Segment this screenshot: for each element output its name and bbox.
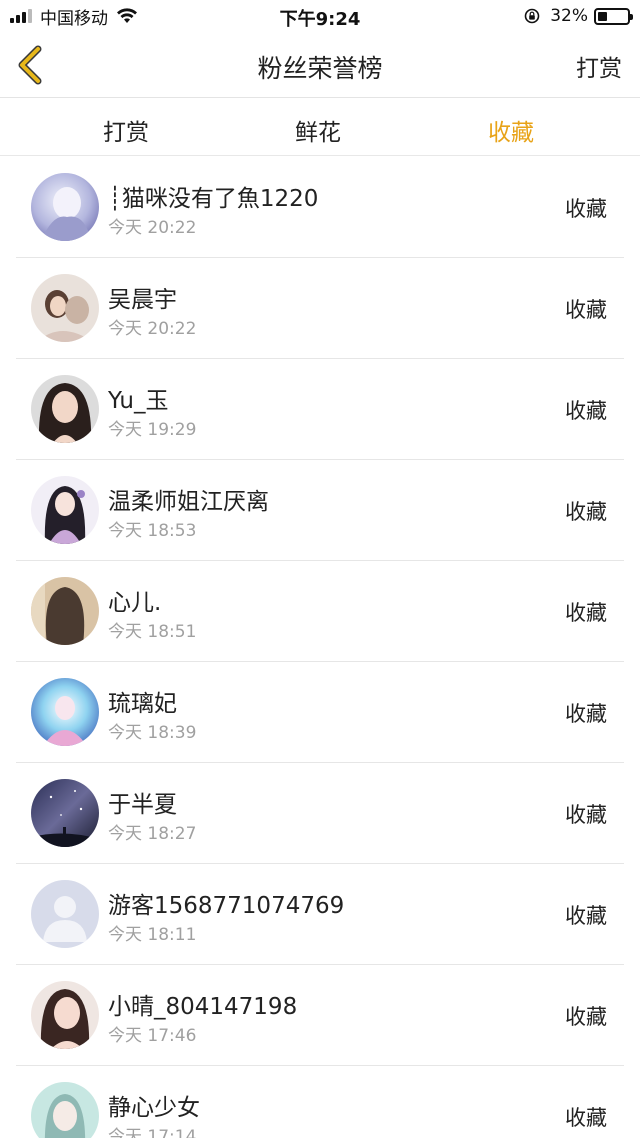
list-item[interactable]: ┊猫咪没有了魚1220 今天 20:22 收藏 <box>0 157 640 258</box>
tab-reward[interactable]: 打赏 <box>103 113 149 147</box>
timestamp: 今天 18:27 <box>108 824 197 844</box>
tab-favorites[interactable]: 收藏 <box>488 113 534 147</box>
action-label: 收藏 <box>565 1005 607 1029</box>
status-bar: 中国移动 下午9:24 32% <box>0 0 640 34</box>
battery-percentage: 32% <box>550 6 588 26</box>
page-title: 粉丝荣誉榜 <box>257 54 383 83</box>
timestamp: 今天 18:39 <box>108 723 197 743</box>
user-name: 温柔师姐江厌离 <box>108 489 269 515</box>
tab-bar: 打赏 鲜花 收藏 <box>0 99 640 156</box>
list-item[interactable]: 心儿. 今天 18:51 收藏 <box>0 561 640 662</box>
user-name: 吴晨宇 <box>108 287 177 313</box>
rotation-lock-icon <box>524 8 540 24</box>
user-name: Yu_玉 <box>108 388 169 414</box>
fan-list: ┊猫咪没有了魚1220 今天 20:22 收藏 吴晨宇 今天 20:22 收藏 <box>0 157 640 1138</box>
user-name: ┊猫咪没有了魚1220 <box>108 186 319 212</box>
list-item[interactable]: Yu_玉 今天 19:29 收藏 <box>0 359 640 460</box>
action-label: 收藏 <box>565 500 607 524</box>
user-name: 静心少女 <box>108 1095 200 1121</box>
timestamp: 今天 19:29 <box>108 420 197 440</box>
action-label: 收藏 <box>565 904 607 928</box>
timestamp: 今天 17:46 <box>108 1026 197 1046</box>
timestamp: 今天 17:14 <box>108 1127 197 1138</box>
user-name: 小晴_804147198 <box>108 994 298 1020</box>
action-label: 收藏 <box>565 298 607 322</box>
avatar[interactable] <box>31 678 99 746</box>
action-label: 收藏 <box>565 803 607 827</box>
avatar[interactable] <box>31 375 99 443</box>
list-item[interactable]: 琉璃妃 今天 18:39 收藏 <box>0 662 640 763</box>
user-name: 游客1568771074769 <box>108 893 345 919</box>
action-label: 收藏 <box>565 601 607 625</box>
list-item[interactable]: 温柔师姐江厌离 今天 18:53 收藏 <box>0 460 640 561</box>
timestamp: 今天 18:11 <box>108 925 197 945</box>
list-item[interactable]: 静心少女 今天 17:14 收藏 <box>0 1066 640 1138</box>
timestamp: 今天 18:53 <box>108 521 197 541</box>
timestamp: 今天 20:22 <box>108 218 197 238</box>
user-name: 心儿. <box>108 590 162 616</box>
list-item[interactable]: 游客1568771074769 今天 18:11 收藏 <box>0 864 640 965</box>
avatar[interactable] <box>31 274 99 342</box>
reward-button[interactable]: 打赏 <box>576 49 622 83</box>
timestamp: 今天 20:22 <box>108 319 197 339</box>
action-label: 收藏 <box>565 399 607 423</box>
list-item[interactable]: 于半夏 今天 18:27 收藏 <box>0 763 640 864</box>
avatar[interactable] <box>31 880 99 948</box>
avatar[interactable] <box>31 577 99 645</box>
action-label: 收藏 <box>565 702 607 726</box>
avatar[interactable] <box>31 981 99 1049</box>
nav-bar: 粉丝荣誉榜 打赏 <box>0 34 640 98</box>
timestamp: 今天 18:51 <box>108 622 197 642</box>
avatar[interactable] <box>31 476 99 544</box>
list-item[interactable]: 吴晨宇 今天 20:22 收藏 <box>0 258 640 359</box>
default-user-icon <box>31 880 99 948</box>
avatar[interactable] <box>31 779 99 847</box>
tab-flowers[interactable]: 鲜花 <box>295 113 341 147</box>
avatar[interactable] <box>31 1082 99 1138</box>
action-label: 收藏 <box>565 1106 607 1130</box>
battery-icon <box>594 7 633 25</box>
avatar[interactable] <box>31 173 99 241</box>
list-item[interactable]: 小晴_804147198 今天 17:46 收藏 <box>0 965 640 1066</box>
user-name: 于半夏 <box>108 792 177 818</box>
action-label: 收藏 <box>565 197 607 221</box>
user-name: 琉璃妃 <box>108 691 177 717</box>
